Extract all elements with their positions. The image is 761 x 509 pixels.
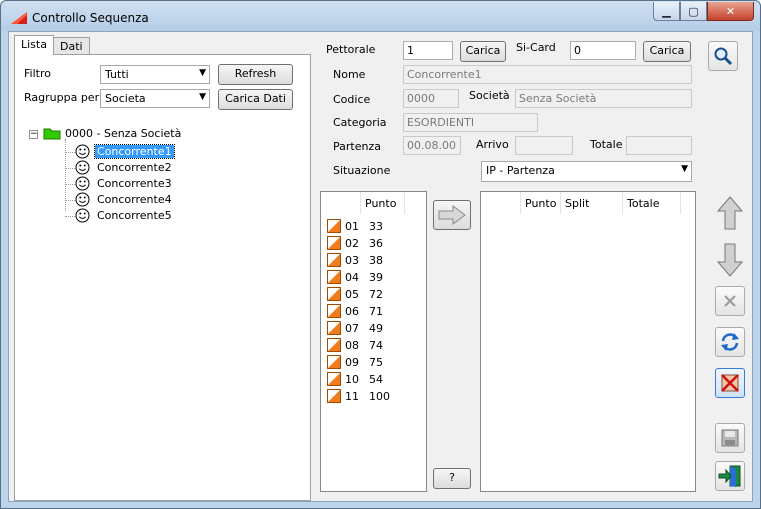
app-icon xyxy=(11,12,27,24)
control-point-icon xyxy=(327,338,341,352)
maximize-button[interactable]: ▢ xyxy=(680,2,707,21)
tree-item-label: Concorrente1 xyxy=(94,144,175,159)
collapse-icon[interactable]: − xyxy=(29,130,38,139)
control-point-icon xyxy=(327,219,341,233)
control-point-icon xyxy=(327,321,341,335)
tree-item-label: Concorrente4 xyxy=(97,193,172,206)
tree-item-label: Concorrente3 xyxy=(97,177,172,190)
result-col-totale: Totale xyxy=(623,192,681,214)
partenza-label: Partenza xyxy=(333,140,381,153)
carica-sicard-button[interactable]: Carica xyxy=(643,41,691,62)
punti-header: Punto xyxy=(361,192,405,214)
close-icon: ✕ xyxy=(725,4,736,18)
sicard-input[interactable]: 0 xyxy=(570,41,636,60)
pettorale-input[interactable]: 1 xyxy=(403,41,453,60)
pettorale-label: Pettorale xyxy=(326,43,376,56)
chevron-down-icon: ▼ xyxy=(199,68,206,78)
categoria-field: ESORDIENTI xyxy=(403,113,538,132)
smiley-icon xyxy=(75,176,90,191)
punti-grid[interactable]: Punto 01 33 02 36 03 38 04 39 05 72 06 71 07 49… xyxy=(320,191,427,492)
result-grid[interactable]: Punto Split Totale xyxy=(480,191,696,492)
arrivo-label: Arrivo xyxy=(476,138,509,151)
sicard-label: Si-Card xyxy=(516,41,556,54)
refresh-button[interactable]: Refresh xyxy=(218,64,293,85)
filtro-value: Tutti xyxy=(105,68,129,81)
totale-field xyxy=(626,136,692,155)
carica-pettorale-button[interactable]: Carica xyxy=(460,41,506,62)
carica-dati-button[interactable]: Carica Dati xyxy=(218,89,293,110)
arrivo-field xyxy=(515,136,573,155)
totale-label: Totale xyxy=(590,138,623,151)
app-window: Controllo Sequenza ▁ ▢ ✕ Lista Dati Filt… xyxy=(0,0,761,509)
clear-icon xyxy=(721,374,739,392)
smiley-icon xyxy=(75,144,90,159)
window-title: Controllo Sequenza xyxy=(32,11,149,25)
smiley-icon xyxy=(75,160,90,175)
minimize-icon: ▁ xyxy=(662,4,671,18)
filtro-select[interactable]: Tutti ▼ xyxy=(100,65,210,84)
chevron-down-icon: ▼ xyxy=(199,92,206,102)
situazione-value: IP - Partenza xyxy=(486,164,555,177)
result-col-punto: Punto xyxy=(521,192,561,214)
magnifier-icon xyxy=(714,47,733,66)
control-point-icon xyxy=(327,355,341,369)
client-area: Lista Dati Filtro Tutti ▼ Refresh Ragrup… xyxy=(8,31,753,502)
arrow-up-icon xyxy=(717,196,743,230)
raggruppa-value: Societa xyxy=(105,92,146,105)
search-button[interactable] xyxy=(708,41,738,71)
control-point-icon xyxy=(327,304,341,318)
partenza-field: 00.08.00 xyxy=(403,136,461,155)
codice-field: 0000 xyxy=(403,89,459,108)
help-button[interactable]: ? xyxy=(433,468,471,489)
control-point-icon xyxy=(327,389,341,403)
minimize-button[interactable]: ▁ xyxy=(653,2,680,21)
smiley-icon xyxy=(75,208,90,223)
lista-panel: Filtro Tutti ▼ Refresh Ragruppa per Soci… xyxy=(14,54,311,501)
control-point-icon xyxy=(327,372,341,386)
tree-item-label: Concorrente2 xyxy=(97,161,172,174)
transfer-button[interactable] xyxy=(433,200,471,230)
arrow-down-icon xyxy=(717,243,743,277)
control-point-icon xyxy=(327,236,341,250)
close-button[interactable]: ✕ xyxy=(707,2,754,21)
floppy-icon xyxy=(721,429,739,447)
refresh-icon xyxy=(721,333,739,351)
tab-lista[interactable]: Lista xyxy=(14,35,54,55)
nome-field: Concorrente1 xyxy=(403,65,692,84)
smiley-icon xyxy=(75,192,90,207)
result-col-split: Split xyxy=(561,192,623,214)
exit-button[interactable] xyxy=(715,461,745,491)
refresh-sequence-button[interactable] xyxy=(715,327,745,357)
arrow-right-icon xyxy=(438,205,466,225)
save-button[interactable] xyxy=(715,423,745,453)
filtro-label: Filtro xyxy=(24,67,51,80)
move-down-button[interactable] xyxy=(715,242,745,278)
exit-icon xyxy=(718,465,741,487)
control-point-icon xyxy=(327,287,341,301)
codice-label: Codice xyxy=(333,93,371,106)
categoria-label: Categoria xyxy=(333,116,387,129)
societa-label: Società xyxy=(469,89,510,102)
control-point-icon xyxy=(327,253,341,267)
folder-icon xyxy=(43,128,61,140)
chevron-down-icon: ▼ xyxy=(681,164,688,174)
x-delete-icon xyxy=(724,295,736,307)
raggruppa-select[interactable]: Societa ▼ xyxy=(100,89,210,108)
tab-strip: Lista Dati xyxy=(14,35,90,55)
tree-root-label: 0000 - Senza Società xyxy=(65,127,182,140)
tab-dati[interactable]: Dati xyxy=(52,37,90,55)
title-bar: Controllo Sequenza ▁ ▢ ✕ xyxy=(1,1,760,31)
situazione-select[interactable]: IP - Partenza ▼ xyxy=(481,161,692,182)
tree-item-label: Concorrente5 xyxy=(97,209,172,222)
maximize-icon: ▢ xyxy=(688,4,699,18)
move-up-button[interactable] xyxy=(715,195,745,231)
clear-button[interactable] xyxy=(715,368,745,398)
raggruppa-label: Ragruppa per xyxy=(24,91,100,104)
societa-field: Senza Società xyxy=(515,89,692,108)
situazione-label: Situazione xyxy=(333,164,391,177)
nome-label: Nome xyxy=(333,68,366,81)
delete-button[interactable] xyxy=(715,286,745,316)
control-point-icon xyxy=(327,270,341,284)
